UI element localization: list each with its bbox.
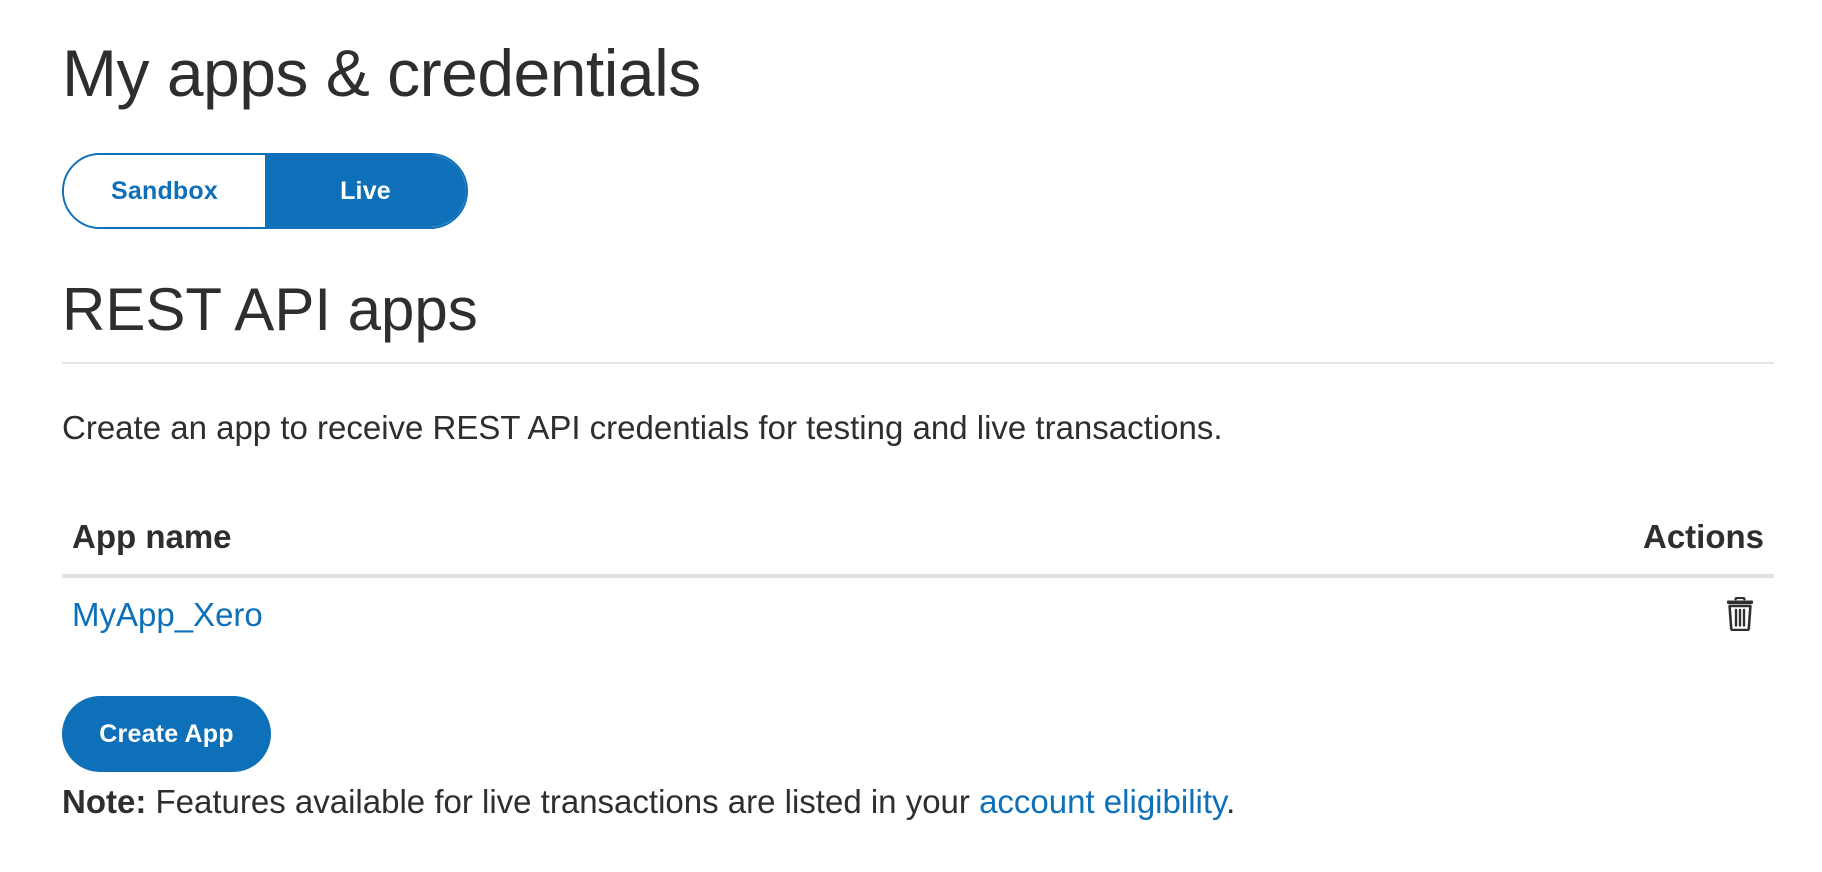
- live-toggle-button[interactable]: Live: [265, 155, 466, 227]
- apps-table: App name Actions MyApp_Xero: [62, 512, 1774, 654]
- section-description: Create an app to receive REST API creden…: [62, 409, 1223, 446]
- environment-toggle: Sandbox Live: [62, 153, 468, 229]
- column-header-actions: Actions: [1642, 518, 1764, 555]
- note-prefix: Note:: [62, 783, 147, 820]
- column-header-app-name: App name: [72, 518, 232, 555]
- create-app-button[interactable]: Create App: [62, 696, 271, 772]
- footer-note: Note: Features available for live transa…: [62, 780, 1235, 824]
- app-name-link[interactable]: MyApp_Xero: [72, 596, 263, 634]
- table-row: MyApp_Xero: [62, 578, 1774, 654]
- sandbox-toggle-button[interactable]: Sandbox: [64, 155, 265, 227]
- trash-icon: [1727, 597, 1753, 631]
- delete-app-button[interactable]: [1722, 594, 1758, 634]
- table-header: App name Actions: [62, 512, 1774, 578]
- note-text: Features available for live transactions…: [146, 783, 980, 820]
- account-eligibility-link[interactable]: account eligibility: [979, 783, 1226, 820]
- section-title: REST API apps: [62, 276, 478, 343]
- section-divider: [62, 362, 1774, 364]
- note-suffix: .: [1226, 783, 1236, 820]
- page-title: My apps & credentials: [62, 36, 701, 110]
